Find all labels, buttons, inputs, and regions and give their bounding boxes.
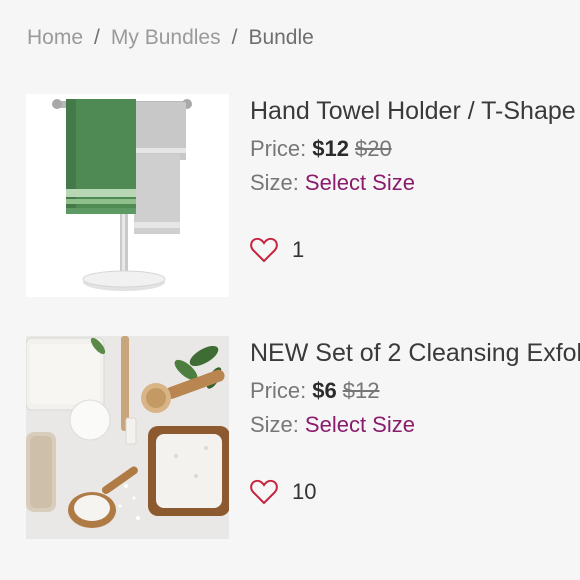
breadcrumb-separator: / — [231, 26, 238, 49]
towel-rack-image — [26, 94, 229, 297]
list-item: NEW Set of 2 Cleansing Exfoliating Bars … — [0, 336, 580, 541]
item-title[interactable]: Hand Towel Holder / T-Shape Towel Rack — [250, 97, 580, 126]
breadcrumb: Home / My Bundles / Bundle — [27, 26, 314, 50]
like-button[interactable]: 1 — [250, 236, 304, 264]
price-label: Price: — [250, 378, 307, 403]
size-label: Size: — [250, 170, 299, 195]
heart-icon — [250, 479, 278, 505]
price-original: $20 — [354, 136, 392, 161]
like-count: 10 — [292, 479, 317, 504]
breadcrumb-home[interactable]: Home — [27, 26, 83, 49]
like-button[interactable]: 10 — [250, 478, 316, 506]
spa-products-image — [26, 336, 229, 539]
price-current: $12 — [312, 136, 349, 161]
price-row: Price: $6 $12 — [250, 378, 379, 404]
breadcrumb-separator: / — [94, 26, 100, 49]
list-item: Hand Towel Holder / T-Shape Towel Rack P… — [0, 94, 580, 299]
heart-icon — [250, 237, 278, 263]
price-original: $12 — [342, 378, 380, 403]
price-current: $6 — [312, 378, 337, 403]
like-count: 1 — [292, 237, 305, 262]
select-size-link[interactable]: Select Size — [305, 170, 415, 195]
breadcrumb-current: Bundle — [248, 26, 314, 49]
size-row: Size: Select Size — [250, 170, 415, 196]
price-row: Price: $12 $20 — [250, 136, 392, 162]
price-label: Price: — [250, 136, 307, 161]
size-row: Size: Select Size — [250, 412, 415, 438]
select-size-link[interactable]: Select Size — [305, 412, 415, 437]
size-label: Size: — [250, 412, 299, 437]
item-info: Hand Towel Holder / T-Shape Towel Rack P… — [250, 94, 580, 299]
item-title[interactable]: NEW Set of 2 Cleansing Exfoliating Bars — [250, 339, 580, 368]
item-info: NEW Set of 2 Cleansing Exfoliating Bars … — [250, 336, 580, 541]
bundle-page: Home / My Bundles / Bundle Hand Towel Ho… — [0, 0, 580, 580]
product-image-towel-rack[interactable] — [26, 94, 229, 297]
product-image-spa-set[interactable] — [26, 336, 229, 539]
breadcrumb-my-bundles[interactable]: My Bundles — [111, 26, 221, 49]
